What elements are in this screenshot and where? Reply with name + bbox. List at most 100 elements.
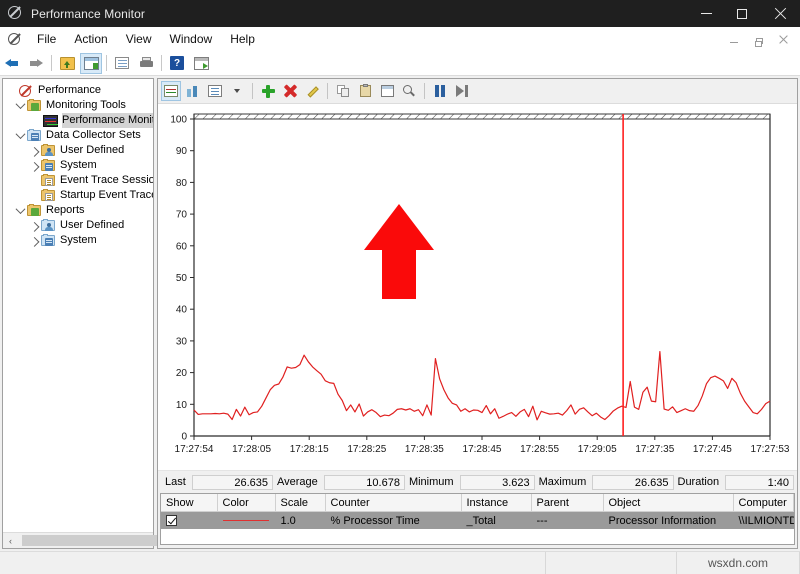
menu-item-file[interactable]: File	[28, 29, 65, 49]
body-area: Performance Monitoring Tools Performance…	[0, 76, 800, 551]
view-dropdown-button[interactable]	[227, 81, 247, 101]
tree-item-label: Performance	[38, 83, 105, 98]
update-data-button[interactable]	[452, 81, 472, 101]
svg-text:17:27:35: 17:27:35	[635, 444, 674, 455]
tree-item-data-collector-sets[interactable]: Data Collector Sets	[3, 128, 153, 143]
expander-toggle[interactable]	[27, 159, 41, 173]
legend-col-color[interactable]: Color	[217, 494, 275, 512]
add-counter-button[interactable]	[258, 81, 278, 101]
scroll-left-button[interactable]: ‹	[3, 533, 18, 548]
svg-text:17:28:35: 17:28:35	[405, 444, 444, 455]
properties-button[interactable]	[111, 53, 133, 74]
svg-text:10: 10	[176, 400, 188, 411]
tree-item-label: Reports	[46, 203, 89, 218]
stat-label-maximum: Maximum	[535, 476, 593, 488]
back-button[interactable]	[1, 53, 23, 74]
legend-col-show[interactable]: Show	[161, 494, 217, 512]
zoom-button[interactable]	[399, 81, 419, 101]
svg-text:17:28:05: 17:28:05	[232, 444, 271, 455]
mdi-minimize-button[interactable]	[721, 29, 746, 50]
counter-legend[interactable]: Show Color Scale Counter Instance Parent…	[160, 493, 795, 545]
show-checkbox[interactable]	[166, 515, 177, 526]
copy-properties-button[interactable]	[333, 81, 353, 101]
menu-item-action[interactable]: Action	[65, 29, 116, 49]
legend-col-scale[interactable]: Scale	[275, 494, 325, 512]
print-button[interactable]	[135, 53, 157, 74]
tree-item-performance-monitor[interactable]: Performance Monitor	[3, 113, 153, 128]
legend-scale-cell: 1.0	[275, 512, 325, 530]
tree-item-event-trace-sessions[interactable]: Event Trace Sessions	[3, 173, 153, 188]
expander-toggle[interactable]	[13, 129, 27, 143]
show-hide-action-pane-button[interactable]	[190, 53, 212, 74]
legend-col-counter[interactable]: Counter	[325, 494, 461, 512]
tree-item-system-dcs[interactable]: System	[3, 158, 153, 173]
scrollbar-track[interactable]	[18, 533, 138, 548]
paste-counter-list-button[interactable]	[355, 81, 375, 101]
legend-col-object[interactable]: Object	[603, 494, 733, 512]
forward-button[interactable]	[25, 53, 47, 74]
close-icon	[774, 8, 786, 20]
tree-horizontal-scrollbar[interactable]: ‹ ›	[3, 532, 153, 548]
highlight-button[interactable]	[302, 81, 322, 101]
tree-item-system-reports[interactable]: System	[3, 233, 153, 248]
magnifier-icon	[403, 85, 415, 97]
chart-area[interactable]: 010203040506070809010017:27:5417:28:0517…	[158, 104, 797, 470]
show-hide-console-tree-button[interactable]	[80, 53, 102, 74]
tree-item-monitoring-tools[interactable]: Monitoring Tools	[3, 98, 153, 113]
menu-item-view[interactable]: View	[117, 29, 161, 49]
tree-item-user-defined-reports[interactable]: User Defined	[3, 218, 153, 233]
menu-item-window[interactable]: Window	[161, 29, 222, 49]
legend-col-computer[interactable]: Computer	[733, 494, 794, 512]
performance-chart[interactable]: 010203040506070809010017:27:5417:28:0517…	[158, 104, 794, 459]
mdi-restore-button[interactable]	[746, 29, 771, 50]
scrollbar-thumb[interactable]	[22, 535, 162, 546]
mdi-close-button[interactable]	[771, 29, 796, 50]
tree-item-startup-event-trace-sessions[interactable]: Startup Event Trace Ses	[3, 188, 153, 203]
menu-item-help[interactable]: Help	[221, 29, 264, 49]
line-graph-icon	[164, 85, 178, 97]
menu-app-icon	[8, 33, 20, 45]
close-button[interactable]	[760, 0, 800, 27]
svg-text:17:27:54: 17:27:54	[175, 444, 214, 455]
folder-system-icon	[41, 159, 57, 173]
printer-icon	[139, 57, 154, 69]
tree-item-reports[interactable]: Reports	[3, 203, 153, 218]
report-view-icon	[208, 85, 222, 97]
stat-label-minimum: Minimum	[405, 476, 460, 488]
svg-text:20: 20	[176, 368, 188, 379]
svg-text:30: 30	[176, 336, 188, 347]
legend-show-checkbox-cell[interactable]	[161, 512, 217, 530]
maximize-button[interactable]	[724, 0, 760, 27]
performance-monitor-chart-icon	[43, 114, 59, 128]
svg-text:90: 90	[176, 146, 188, 157]
table-row[interactable]: 1.0 % Processor Time _Total --- Processo…	[161, 512, 794, 530]
toolbar-separator	[106, 55, 107, 71]
legend-col-instance[interactable]: Instance	[461, 494, 531, 512]
tree-item-label: Data Collector Sets	[46, 128, 145, 143]
minimize-button[interactable]	[688, 0, 724, 27]
expander-toggle[interactable]	[27, 234, 41, 248]
view-report-button[interactable]	[205, 81, 225, 101]
tree-item-performance[interactable]: Performance	[3, 83, 153, 98]
expander-none	[5, 84, 19, 98]
expander-toggle[interactable]	[13, 204, 27, 218]
counter-color-swatch	[223, 520, 269, 521]
tree-item-user-defined-dcs[interactable]: User Defined	[3, 143, 153, 158]
tree-item-label: System	[60, 233, 101, 248]
freeze-display-button[interactable]	[430, 81, 450, 101]
expander-toggle[interactable]	[13, 99, 27, 113]
console-tree-icon	[84, 57, 99, 70]
tree-item-label: User Defined	[60, 218, 128, 233]
view-line-graph-button[interactable]	[161, 81, 181, 101]
expander-toggle[interactable]	[27, 219, 41, 233]
up-one-level-button[interactable]	[56, 53, 78, 74]
expander-toggle[interactable]	[27, 144, 41, 158]
tree-item-label: Monitoring Tools	[46, 98, 130, 113]
delete-counter-button[interactable]	[280, 81, 300, 101]
legend-counter-cell: % Processor Time	[325, 512, 461, 530]
legend-col-parent[interactable]: Parent	[531, 494, 603, 512]
svg-text:70: 70	[176, 210, 188, 221]
help-button[interactable]: ?	[166, 53, 188, 74]
graph-properties-button[interactable]	[377, 81, 397, 101]
view-histogram-button[interactable]	[183, 81, 203, 101]
